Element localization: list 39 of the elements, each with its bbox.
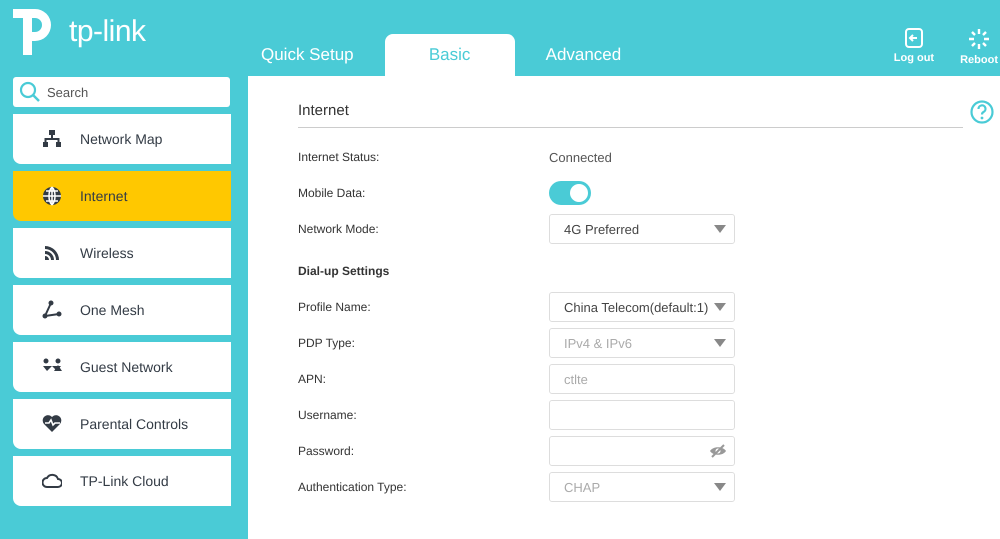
- sidebar-item[interactable]: Internet: [13, 171, 231, 221]
- caret-icon[interactable]: [714, 303, 726, 311]
- field-label: Password:: [298, 444, 356, 458]
- wifi-icon: [42, 243, 62, 263]
- sidebar-item[interactable]: Network Map: [13, 114, 231, 164]
- field-label: Mobile Data:: [298, 186, 366, 200]
- reboot-icon[interactable]: [968, 28, 990, 50]
- dropdown[interactable]: China Telecom(default:1): [549, 292, 735, 322]
- field-label: Internet Status:: [298, 150, 380, 164]
- section-heading: Dial-up Settings: [298, 264, 390, 278]
- field-label: Authentication Type:: [298, 480, 408, 494]
- dropdown[interactable]: 4G Preferred: [549, 214, 735, 244]
- logo-text: tp-link: [69, 15, 146, 49]
- network-map-icon: [42, 129, 62, 149]
- sidebar-item[interactable]: One Mesh: [13, 285, 231, 335]
- cloud-icon: [42, 471, 62, 491]
- search-field[interactable]: Search: [13, 77, 230, 107]
- field-label: Network Mode:: [298, 222, 380, 236]
- password-field[interactable]: [549, 436, 735, 466]
- search-icon: [19, 81, 41, 103]
- mesh-icon: [42, 300, 62, 320]
- globe-icon: [42, 186, 62, 206]
- toggle-switch[interactable]: [549, 181, 591, 205]
- field-label: APN:: [298, 372, 328, 386]
- sidebar-item[interactable]: Guest Network: [13, 342, 231, 392]
- status-value: Connected: [549, 150, 612, 164]
- sidebar-item[interactable]: TP-Link Cloud: [13, 456, 231, 506]
- sidebar-item[interactable]: Parental Controls: [13, 399, 231, 449]
- help-icon[interactable]: [970, 100, 994, 124]
- heart-icon: [42, 414, 62, 434]
- sidebar-item[interactable]: Wireless: [13, 228, 231, 278]
- section-title: Internet: [298, 102, 963, 128]
- caret-icon[interactable]: [714, 225, 726, 233]
- field-label: Profile Name:: [298, 300, 372, 314]
- input-field[interactable]: [549, 400, 735, 430]
- field-label: Username:: [298, 408, 358, 422]
- hidden-eye-icon[interactable]: [709, 444, 727, 458]
- logout-icon[interactable]: [904, 28, 924, 48]
- field-label: PDP Type:: [298, 336, 356, 350]
